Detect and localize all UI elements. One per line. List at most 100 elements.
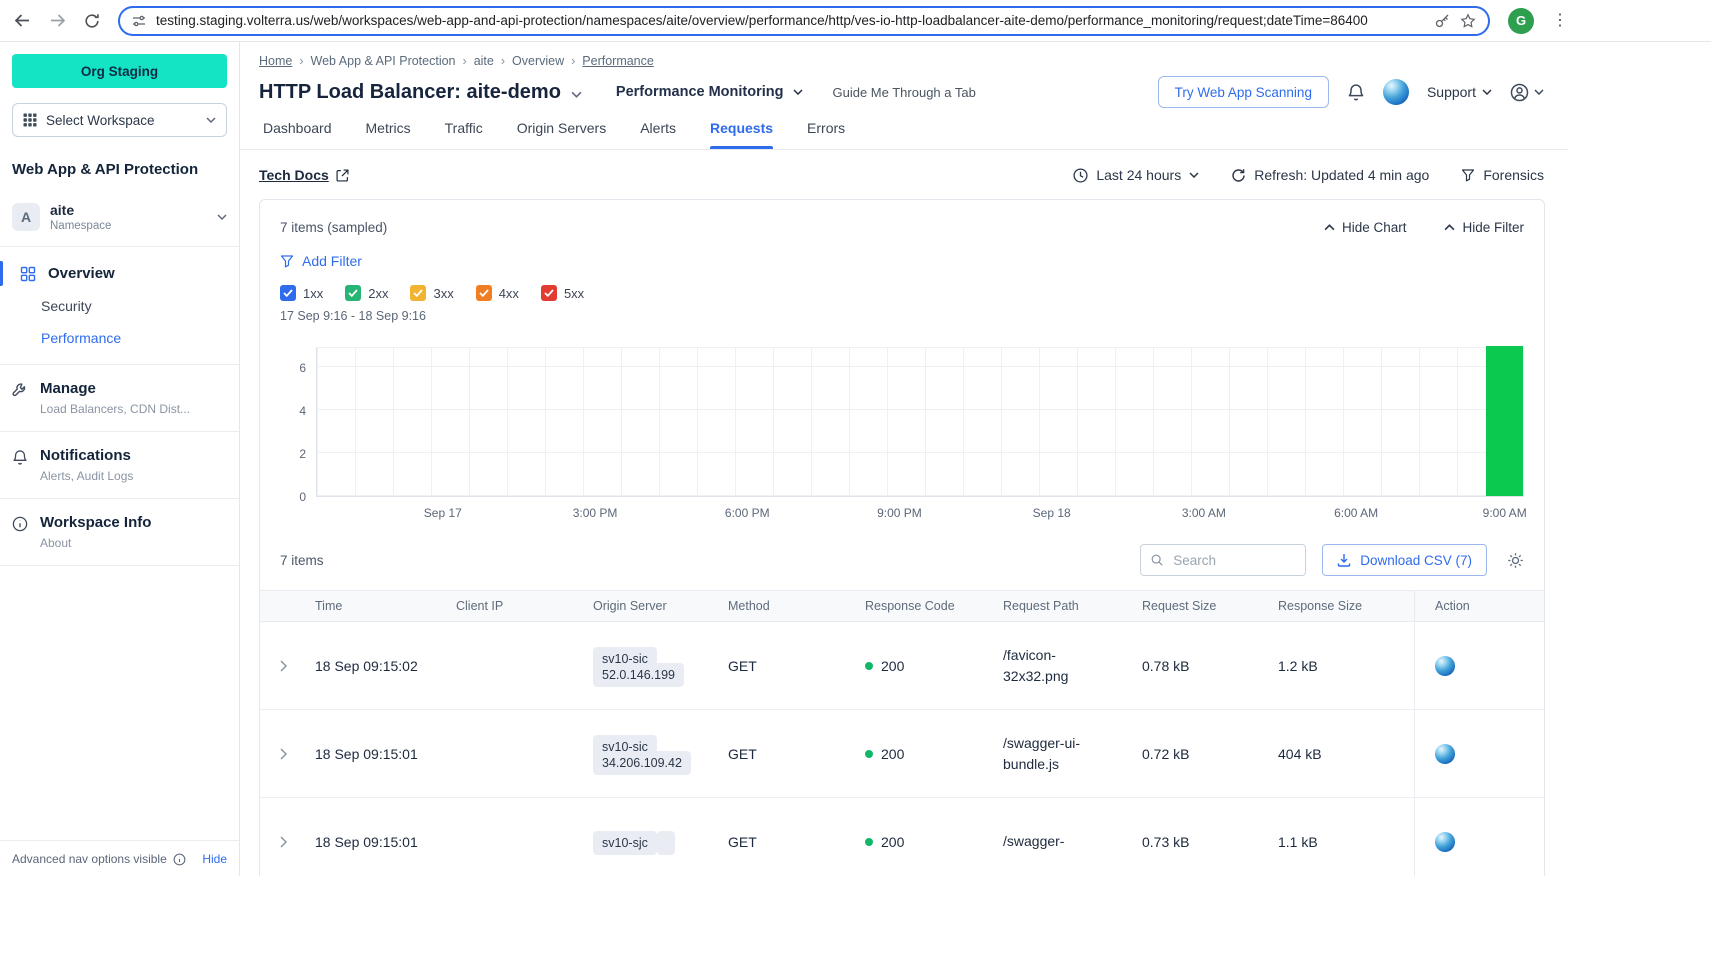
tab-traffic[interactable]: Traffic bbox=[445, 120, 483, 149]
tech-docs-link[interactable]: Tech Docs bbox=[259, 167, 349, 183]
chart-bar-2xx[interactable] bbox=[1486, 346, 1523, 496]
forensics-button[interactable]: Forensics bbox=[1461, 167, 1544, 183]
filter-5xx[interactable]: 5xx bbox=[541, 285, 584, 301]
bookmark-star-icon[interactable] bbox=[1460, 13, 1476, 29]
checkbox-1xx[interactable] bbox=[280, 285, 296, 301]
tab-requests[interactable]: Requests bbox=[710, 120, 773, 149]
hide-chart-toggle[interactable]: Hide Chart bbox=[1324, 220, 1407, 235]
download-csv-button[interactable]: Download CSV (7) bbox=[1322, 544, 1487, 576]
site-sphere-icon[interactable] bbox=[1435, 744, 1455, 764]
guide-me-link[interactable]: Guide Me Through a Tab bbox=[833, 85, 976, 100]
chevron-down-icon bbox=[1189, 172, 1199, 178]
checkbox-3xx[interactable] bbox=[410, 285, 426, 301]
cell-response-code: 200 bbox=[881, 658, 904, 674]
breadcrumb-separator: › bbox=[571, 54, 575, 68]
origin-ip-chip[interactable] bbox=[657, 831, 675, 855]
breadcrumb-overview[interactable]: Overview bbox=[512, 54, 564, 68]
origin-ip-chip[interactable]: 34.206.109.42 bbox=[593, 751, 691, 775]
cell-response-code: 200 bbox=[881, 834, 904, 850]
tab-alerts[interactable]: Alerts bbox=[640, 120, 676, 149]
table-row[interactable]: 18 Sep 09:15:01 sv10-sjc GET 200 /swagge… bbox=[260, 798, 1544, 876]
cell-request-path: /swagger-ui-bundle.js bbox=[1003, 733, 1142, 775]
table-row[interactable]: 18 Sep 09:15:02 sv10-sjc 52.0.146.199 GE… bbox=[260, 622, 1544, 710]
workspace-select[interactable]: Select Workspace bbox=[12, 103, 227, 137]
org-staging-button[interactable]: Org Staging bbox=[12, 54, 227, 88]
table-settings-gear-icon[interactable] bbox=[1507, 552, 1524, 569]
site-sphere-icon[interactable] bbox=[1435, 832, 1455, 852]
toolbar-row: Tech Docs Last 24 hours Refresh: Updated… bbox=[240, 150, 1568, 183]
sidebar-item-workspace-info[interactable]: Workspace Info About bbox=[0, 499, 239, 566]
advanced-nav-text: Advanced nav options visible bbox=[12, 852, 167, 866]
checkbox-4xx[interactable] bbox=[476, 285, 492, 301]
cell-response-size: 404 kB bbox=[1278, 746, 1414, 762]
hide-chart-label: Hide Chart bbox=[1342, 220, 1407, 235]
namespace-selector[interactable]: A aite Namespace bbox=[0, 194, 239, 247]
add-filter-button[interactable]: Add Filter bbox=[280, 253, 362, 269]
tab-errors[interactable]: Errors bbox=[807, 120, 845, 149]
sidebar-item-overview[interactable]: Overview bbox=[0, 257, 239, 290]
notifications-bell-icon[interactable] bbox=[1347, 83, 1365, 102]
time-range-label: Last 24 hours bbox=[1096, 167, 1181, 183]
sidebar-app-title: Web App & API Protection bbox=[12, 161, 227, 178]
reload-icon[interactable] bbox=[84, 13, 100, 29]
y-tick: 0 bbox=[280, 490, 306, 504]
overview-grid-icon bbox=[20, 266, 36, 282]
origin-ip-chip[interactable]: 52.0.146.199 bbox=[593, 663, 684, 687]
password-key-icon[interactable] bbox=[1435, 13, 1450, 28]
filter-4xx[interactable]: 4xx bbox=[476, 285, 519, 301]
table-header-row: Time Client IP Origin Server Method Resp… bbox=[260, 590, 1544, 622]
breadcrumb-home[interactable]: Home bbox=[259, 54, 292, 68]
page-title: HTTP Load Balancer: aite-demo bbox=[259, 81, 561, 104]
back-icon[interactable] bbox=[14, 12, 31, 29]
x-tick: Sep 17 bbox=[424, 506, 462, 520]
hide-advanced-nav-link[interactable]: Hide bbox=[202, 852, 227, 866]
external-link-icon bbox=[336, 169, 349, 182]
sidebar-item-security[interactable]: Security bbox=[0, 290, 239, 322]
hide-filter-toggle[interactable]: Hide Filter bbox=[1444, 220, 1524, 235]
col-request-size: Request Size bbox=[1142, 599, 1278, 613]
chevron-down-icon bbox=[217, 214, 227, 220]
breadcrumb-namespace[interactable]: aite bbox=[474, 54, 494, 68]
breadcrumb-performance[interactable]: Performance bbox=[582, 54, 654, 68]
filter-1xx[interactable]: 1xx bbox=[280, 285, 323, 301]
x-tick: 6:00 PM bbox=[725, 506, 770, 520]
table-row[interactable]: 18 Sep 09:15:01 sv10-sjc 34.206.109.42 G… bbox=[260, 710, 1544, 798]
cell-time: 18 Sep 09:15:02 bbox=[315, 658, 456, 674]
f5-sphere-logo[interactable] bbox=[1383, 79, 1409, 105]
time-range-select[interactable]: Last 24 hours bbox=[1073, 167, 1199, 183]
checkbox-5xx[interactable] bbox=[541, 285, 557, 301]
chevron-down-icon[interactable] bbox=[571, 91, 582, 98]
filter-2xx[interactable]: 2xx bbox=[345, 285, 388, 301]
tab-dashboard[interactable]: Dashboard bbox=[263, 120, 332, 149]
sidebar-item-manage[interactable]: Manage Load Balancers, CDN Dist... bbox=[0, 365, 239, 432]
breadcrumb-waap[interactable]: Web App & API Protection bbox=[311, 54, 456, 68]
refresh-button[interactable]: Refresh: Updated 4 min ago bbox=[1231, 167, 1429, 183]
origin-server-chip[interactable]: sv10-sjc bbox=[593, 831, 657, 855]
forward-icon[interactable] bbox=[49, 12, 66, 29]
browser-profile-avatar[interactable]: G bbox=[1508, 8, 1534, 34]
main-content: Home › Web App & API Protection › aite ›… bbox=[240, 42, 1568, 876]
url-text[interactable]: testing.staging.volterra.us/web/workspac… bbox=[156, 13, 1425, 28]
monitoring-select[interactable]: Performance Monitoring bbox=[616, 84, 803, 100]
row-expander-icon[interactable] bbox=[260, 710, 315, 797]
tech-docs-label: Tech Docs bbox=[259, 167, 329, 183]
tab-origin-servers[interactable]: Origin Servers bbox=[517, 120, 606, 149]
browser-menu-icon[interactable]: ⋮ bbox=[1552, 13, 1568, 29]
tab-bar: Dashboard Metrics Traffic Origin Servers… bbox=[240, 108, 1568, 150]
support-menu[interactable]: Support bbox=[1427, 84, 1492, 100]
checkbox-2xx[interactable] bbox=[345, 285, 361, 301]
site-settings-icon[interactable] bbox=[132, 14, 146, 28]
row-expander-icon[interactable] bbox=[260, 622, 315, 709]
search-box[interactable] bbox=[1140, 544, 1306, 576]
account-menu[interactable] bbox=[1510, 83, 1544, 102]
sidebar-item-notifications[interactable]: Notifications Alerts, Audit Logs bbox=[0, 432, 239, 499]
info-circle-icon bbox=[12, 516, 28, 550]
search-input[interactable] bbox=[1171, 552, 1295, 569]
site-sphere-icon[interactable] bbox=[1435, 656, 1455, 676]
try-web-app-scanning-button[interactable]: Try Web App Scanning bbox=[1158, 76, 1329, 108]
address-bar[interactable]: testing.staging.volterra.us/web/workspac… bbox=[118, 6, 1490, 36]
row-expander-icon[interactable] bbox=[260, 798, 315, 876]
filter-3xx[interactable]: 3xx bbox=[410, 285, 453, 301]
tab-metrics[interactable]: Metrics bbox=[366, 120, 411, 149]
sidebar-item-performance[interactable]: Performance bbox=[0, 322, 239, 354]
